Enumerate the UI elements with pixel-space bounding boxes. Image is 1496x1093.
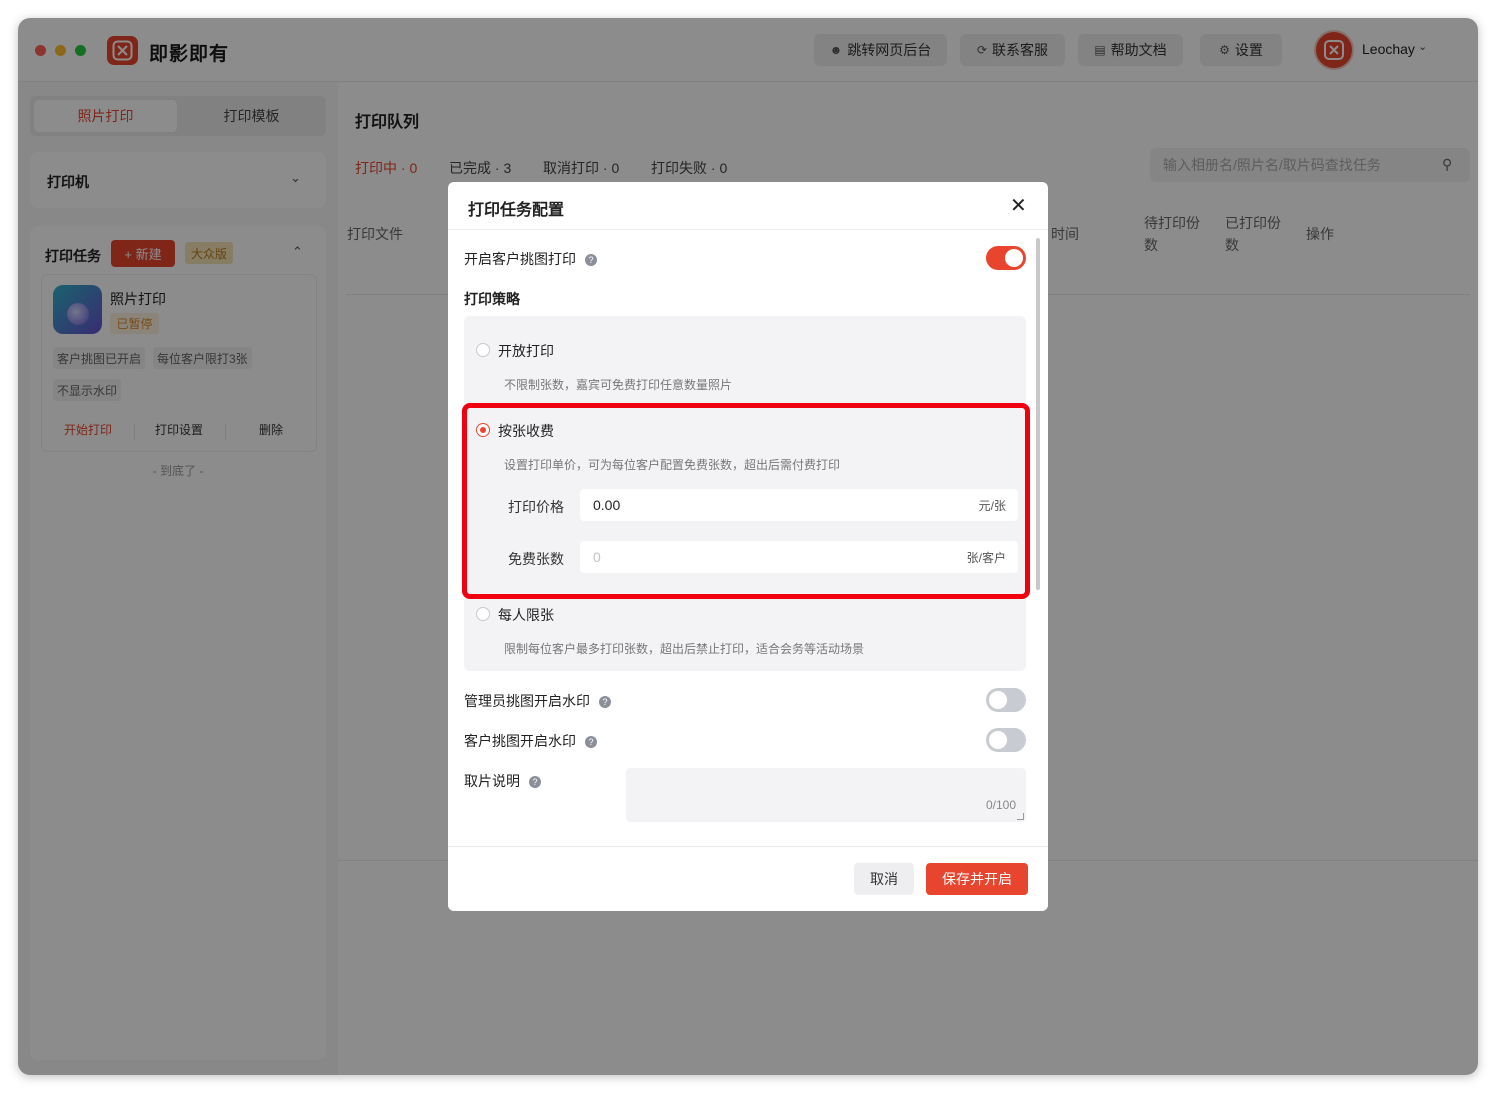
dialog-title: 打印任务配置 <box>468 202 565 219</box>
customer-pick-label-text: 开启客户挑图打印 <box>464 251 576 267</box>
pickup-note-textarea[interactable]: 0/100 <box>626 768 1026 822</box>
option-desc: 不限制张数，嘉宾可免费打印任意数量照片 <box>504 378 733 392</box>
radio-limit-per-person[interactable] <box>476 607 490 621</box>
option-name: 开放打印 <box>498 343 554 359</box>
divider <box>448 229 1048 230</box>
option-name: 每人限张 <box>498 607 554 623</box>
divider <box>448 846 1048 847</box>
strategy-label: 打印策略 <box>464 291 520 307</box>
option-limit-per-person[interactable]: 每人限张 限制每位客户最多打印张数，超出后禁止打印，适合会务等活动场景 <box>464 590 1026 670</box>
help-icon[interactable]: ? <box>599 696 611 708</box>
admin-watermark-label-text: 管理员挑图开启水印 <box>464 693 590 709</box>
help-icon[interactable]: ? <box>585 736 597 748</box>
customer-pick-toggle[interactable] <box>986 246 1026 270</box>
cancel-button[interactable]: 取消 <box>854 863 914 895</box>
admin-watermark-label: 管理员挑图开启水印? <box>464 691 611 711</box>
highlight-box <box>462 403 1030 599</box>
pickup-note-label-text: 取片说明 <box>464 773 520 789</box>
customer-pick-label: 开启客户挑图打印? <box>464 249 597 269</box>
print-task-config-dialog: 打印任务配置 ✕ 开启客户挑图打印? 打印策略 开放打印 不限制张数，嘉宾可免费… <box>448 182 1048 911</box>
pickup-note-label: 取片说明? <box>464 771 541 791</box>
admin-watermark-toggle[interactable] <box>986 688 1026 712</box>
close-icon[interactable]: ✕ <box>1010 193 1027 218</box>
customer-watermark-label-text: 客户挑图开启水印 <box>464 733 576 749</box>
option-desc: 限制每位客户最多打印张数，超出后禁止打印，适合会务等活动场景 <box>504 642 865 656</box>
help-icon[interactable]: ? <box>585 254 597 266</box>
scrollbar[interactable] <box>1036 238 1040 590</box>
save-and-start-button[interactable]: 保存并开启 <box>926 863 1028 895</box>
customer-watermark-toggle[interactable] <box>986 728 1026 752</box>
option-open-print[interactable]: 开放打印 不限制张数，嘉宾可免费打印任意数量照片 <box>464 316 1026 396</box>
help-icon[interactable]: ? <box>529 776 541 788</box>
resize-handle[interactable] <box>1017 813 1024 820</box>
radio-open-print[interactable] <box>476 343 490 357</box>
char-counter: 0/100 <box>985 798 1016 812</box>
customer-watermark-label: 客户挑图开启水印? <box>464 731 597 751</box>
